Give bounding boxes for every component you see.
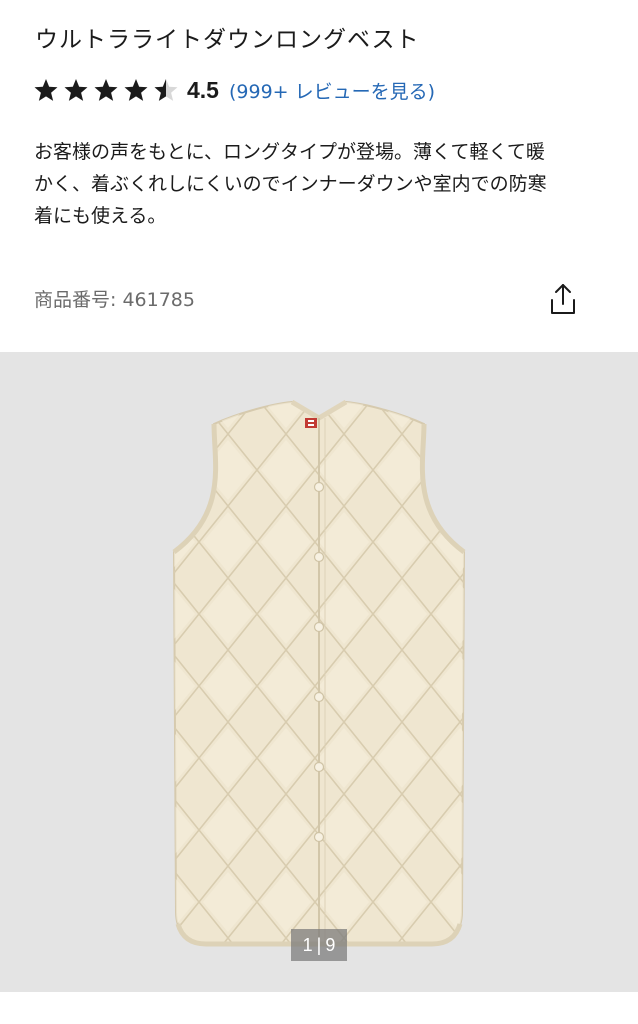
half-star-icon	[154, 78, 178, 101]
description-line: お客様の声をもとに、ロングタイプが登場。薄くて軽くて暖	[34, 141, 545, 163]
product-header: ウルトラライトダウンロングベスト 4.5 (999+ レビューを見る) お客様の…	[0, 0, 638, 352]
star-icon	[64, 78, 88, 101]
rating-row: 4.5 (999+ レビューを見る)	[33, 72, 435, 108]
product-description: お客様の声をもとに、ロングタイプが登場。薄くて軽くて暖 かく、着ぶくれしにくいの…	[34, 136, 604, 232]
share-icon	[551, 284, 575, 314]
description-line: 着にも使える。	[34, 205, 167, 227]
product-image-gallery[interactable]: 1 | 9	[0, 352, 638, 992]
page-bottom	[0, 992, 638, 1024]
star-icon	[124, 78, 148, 101]
product-title: ウルトラライトダウンロングベスト	[35, 27, 420, 53]
long-down-vest-photo	[0, 352, 638, 992]
star-rating	[33, 77, 183, 103]
pager-current: 1	[302, 934, 313, 955]
star-icon	[94, 78, 118, 101]
star-icon	[34, 78, 58, 101]
description-line: かく、着ぶくれしにくいのでインナーダウンや室内での防寒	[34, 173, 547, 195]
rating-value: 4.5	[187, 76, 219, 103]
reviews-link[interactable]: (999+ レビューを見る)	[229, 77, 435, 104]
share-button[interactable]	[544, 280, 582, 318]
pager-separator: |	[316, 934, 322, 955]
image-pager: 1 | 9	[291, 929, 347, 961]
pager-total: 9	[325, 934, 336, 955]
product-number: 商品番号: 461785	[34, 289, 195, 311]
